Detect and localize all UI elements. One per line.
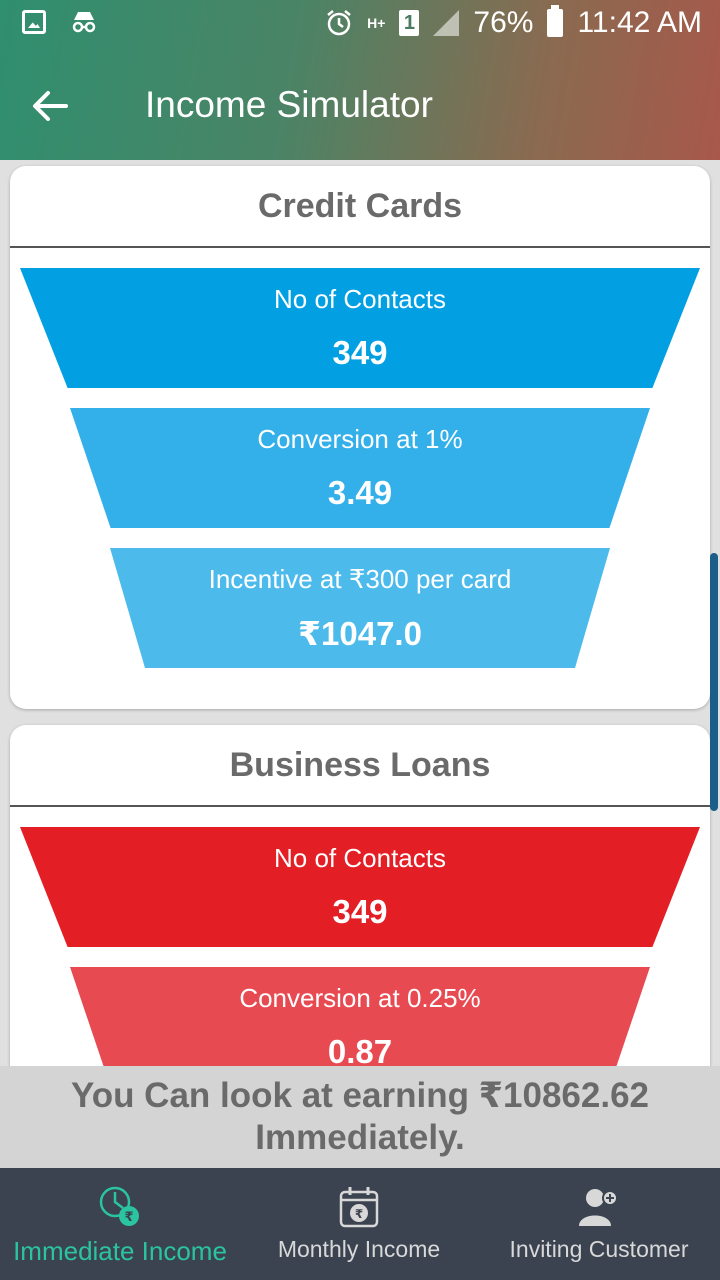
sim-indicator: 1	[399, 10, 420, 36]
clock: 11:42 AM	[577, 6, 702, 39]
earnings-banner: You Can look at earning ₹10862.62 Immedi…	[0, 1066, 720, 1168]
stage-label: Incentive at ₹300 per card	[208, 564, 512, 594]
funnel-stage-incentive: Incentive at ₹300 per card ₹1047.0	[110, 548, 610, 668]
network-type: H+	[367, 15, 386, 31]
stage-value: 0.87	[327, 1033, 393, 1066]
calendar-rupee-icon: ₹	[339, 1187, 379, 1228]
battery-icon	[547, 5, 564, 37]
stage-value: ₹1047.0	[298, 615, 422, 652]
arrow-left-icon	[33, 91, 68, 121]
nav-immediate-income[interactable]: ₹ Immediate Income	[0, 1168, 240, 1280]
stage-value: 349	[332, 334, 388, 371]
simulator-content[interactable]: Credit Cards No of Contacts 349 Conversi…	[0, 160, 720, 1066]
bottom-nav: ₹ Immediate Income ₹ Monthly Income Invi…	[0, 1168, 720, 1280]
funnel-stage-conversion: Conversion at 0.25% 0.87	[70, 967, 650, 1066]
credit-cards-card: Credit Cards No of Contacts 349 Conversi…	[10, 166, 710, 709]
nav-label: Monthly Income	[277, 1236, 441, 1262]
business-loans-card: Business Loans No of Contacts 349 Conver…	[10, 725, 710, 1066]
incognito-icon	[72, 12, 96, 33]
signal-icon	[433, 10, 460, 36]
gallery-icon	[22, 10, 46, 34]
earnings-suffix: Immediately.	[255, 1118, 465, 1157]
status-bar: H+ 1 76% 11:42 AM	[0, 0, 720, 50]
funnel-stage-conversion: Conversion at 1% 3.49	[70, 408, 650, 528]
nav-label: Inviting Customer	[509, 1236, 689, 1262]
stage-value: 349	[332, 893, 388, 930]
stage-label: No of Contacts	[274, 284, 446, 314]
card-title: Credit Cards	[10, 166, 710, 248]
stage-label: Conversion at 0.25%	[239, 983, 481, 1013]
add-user-icon	[579, 1189, 618, 1226]
page-title: Income Simulator	[145, 84, 433, 125]
nav-inviting-customer[interactable]: Inviting Customer	[478, 1168, 720, 1280]
app-header: H+ 1 76% 11:42 AM Income Simulator	[0, 0, 720, 160]
svg-text:₹: ₹	[124, 1210, 133, 1225]
stage-value: 3.49	[327, 474, 393, 511]
back-button[interactable]	[26, 82, 74, 130]
funnel-stage-contacts: No of Contacts 349	[20, 827, 700, 947]
immediate-income-icon: ₹	[99, 1186, 139, 1226]
svg-text:₹: ₹	[355, 1207, 363, 1221]
funnel-stage-contacts: No of Contacts 349	[20, 268, 700, 388]
nav-monthly-income[interactable]: ₹ Monthly Income	[240, 1168, 478, 1280]
scrollbar[interactable]	[710, 553, 718, 811]
battery-percent: 76%	[473, 6, 534, 39]
alarm-icon	[327, 10, 351, 36]
card-title: Business Loans	[10, 725, 710, 807]
nav-label: Immediate Income	[13, 1236, 227, 1266]
earnings-line: You Can look at earning ₹10862.62	[70, 1076, 650, 1115]
stage-label: No of Contacts	[274, 843, 446, 873]
stage-label: Conversion at 1%	[257, 424, 463, 454]
